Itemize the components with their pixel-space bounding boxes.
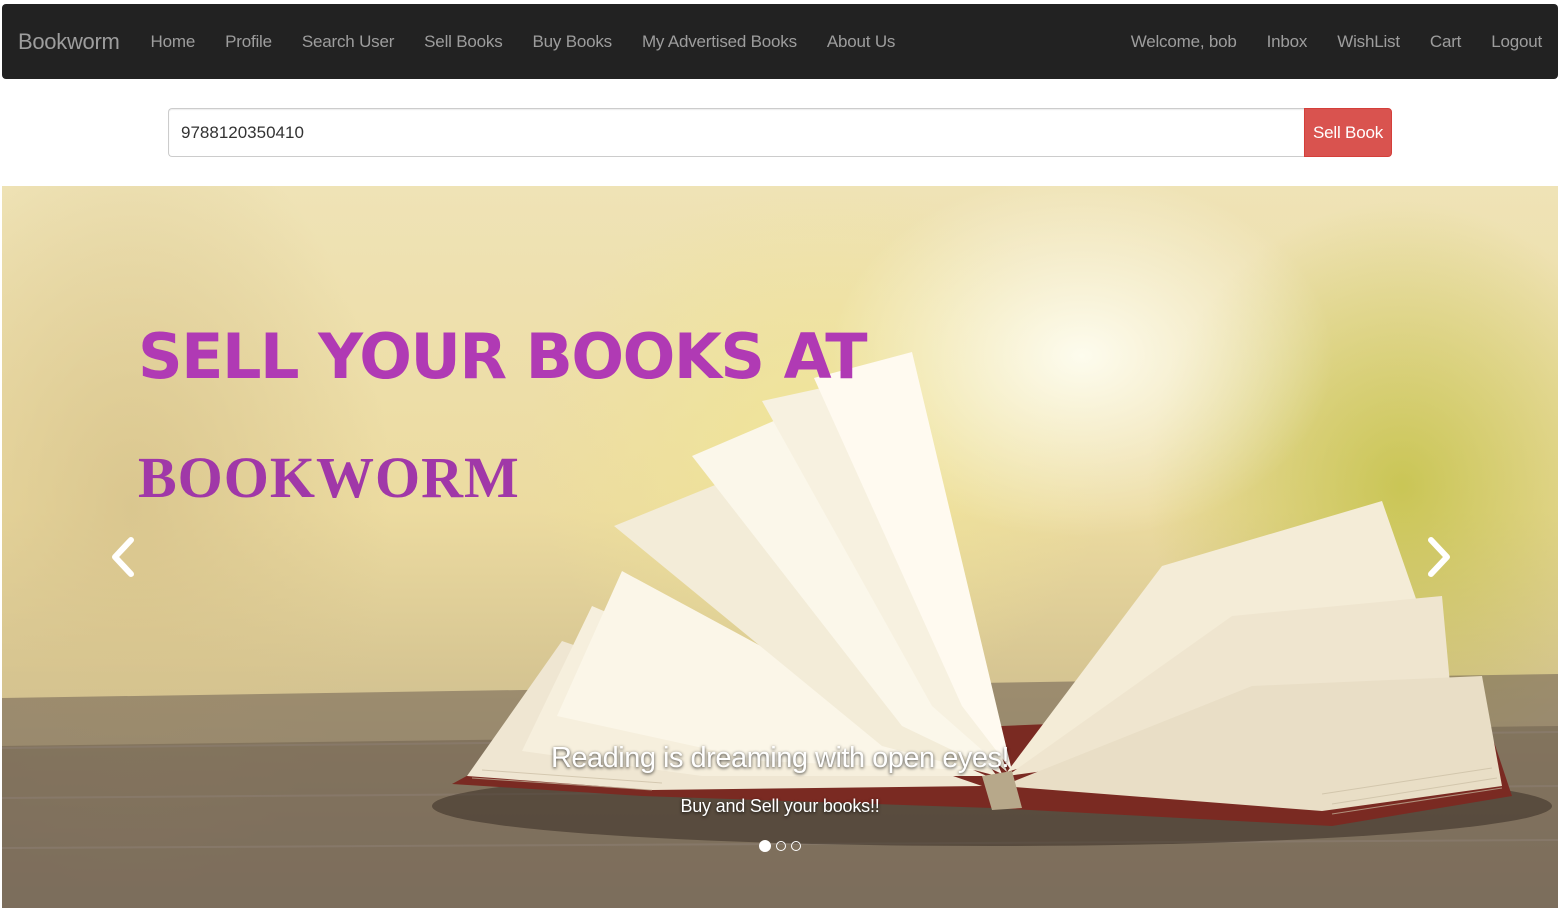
chevron-right-icon: [1428, 537, 1450, 577]
carousel-indicator-2[interactable]: [776, 841, 786, 851]
carousel-indicator-1[interactable]: [759, 840, 771, 852]
carousel-caption-subtitle: Buy and Sell your books!!: [680, 796, 880, 816]
carousel-next-control[interactable]: [1420, 532, 1460, 582]
carousel-indicators: [2, 840, 1558, 852]
nav-wishlist[interactable]: WishList: [1322, 32, 1415, 52]
hero-brand-word: BOOKWORM: [138, 445, 520, 510]
carousel-prev-control[interactable]: [102, 532, 142, 582]
carousel-indicator-3[interactable]: [791, 841, 801, 851]
nav-about-us[interactable]: About Us: [812, 32, 910, 52]
hero-headline: SELL YOUR BOOKS AT: [138, 320, 868, 393]
top-navbar: Bookworm Home Profile Search User Sell B…: [2, 4, 1558, 79]
nav-logout[interactable]: Logout: [1476, 32, 1558, 52]
isbn-search-row: Sell Book: [168, 108, 1392, 157]
nav-search-user[interactable]: Search User: [287, 32, 409, 52]
nav-cart[interactable]: Cart: [1415, 32, 1476, 52]
brand-link[interactable]: Bookworm: [2, 29, 136, 55]
nav-inbox[interactable]: Inbox: [1252, 32, 1323, 52]
nav-sell-books[interactable]: Sell Books: [409, 32, 517, 52]
sell-book-button[interactable]: Sell Book: [1304, 108, 1392, 157]
carousel-caption-title: Reading is dreaming with open eyes!: [550, 742, 1010, 774]
nav-profile[interactable]: Profile: [210, 32, 287, 52]
nav-home[interactable]: Home: [136, 32, 211, 52]
nav-right: Welcome, bob Inbox WishList Cart Logout: [1116, 32, 1558, 52]
chevron-left-icon: [112, 537, 134, 577]
nav-my-advertised-books[interactable]: My Advertised Books: [627, 32, 812, 52]
nav-welcome-user[interactable]: Welcome, bob: [1116, 32, 1252, 52]
isbn-input[interactable]: [168, 108, 1304, 157]
nav-buy-books[interactable]: Buy Books: [518, 32, 627, 52]
hero-carousel: SELL YOUR BOOKS AT BOOKWORM Reading is d…: [2, 186, 1558, 908]
nav-left: Home Profile Search User Sell Books Buy …: [136, 32, 911, 52]
